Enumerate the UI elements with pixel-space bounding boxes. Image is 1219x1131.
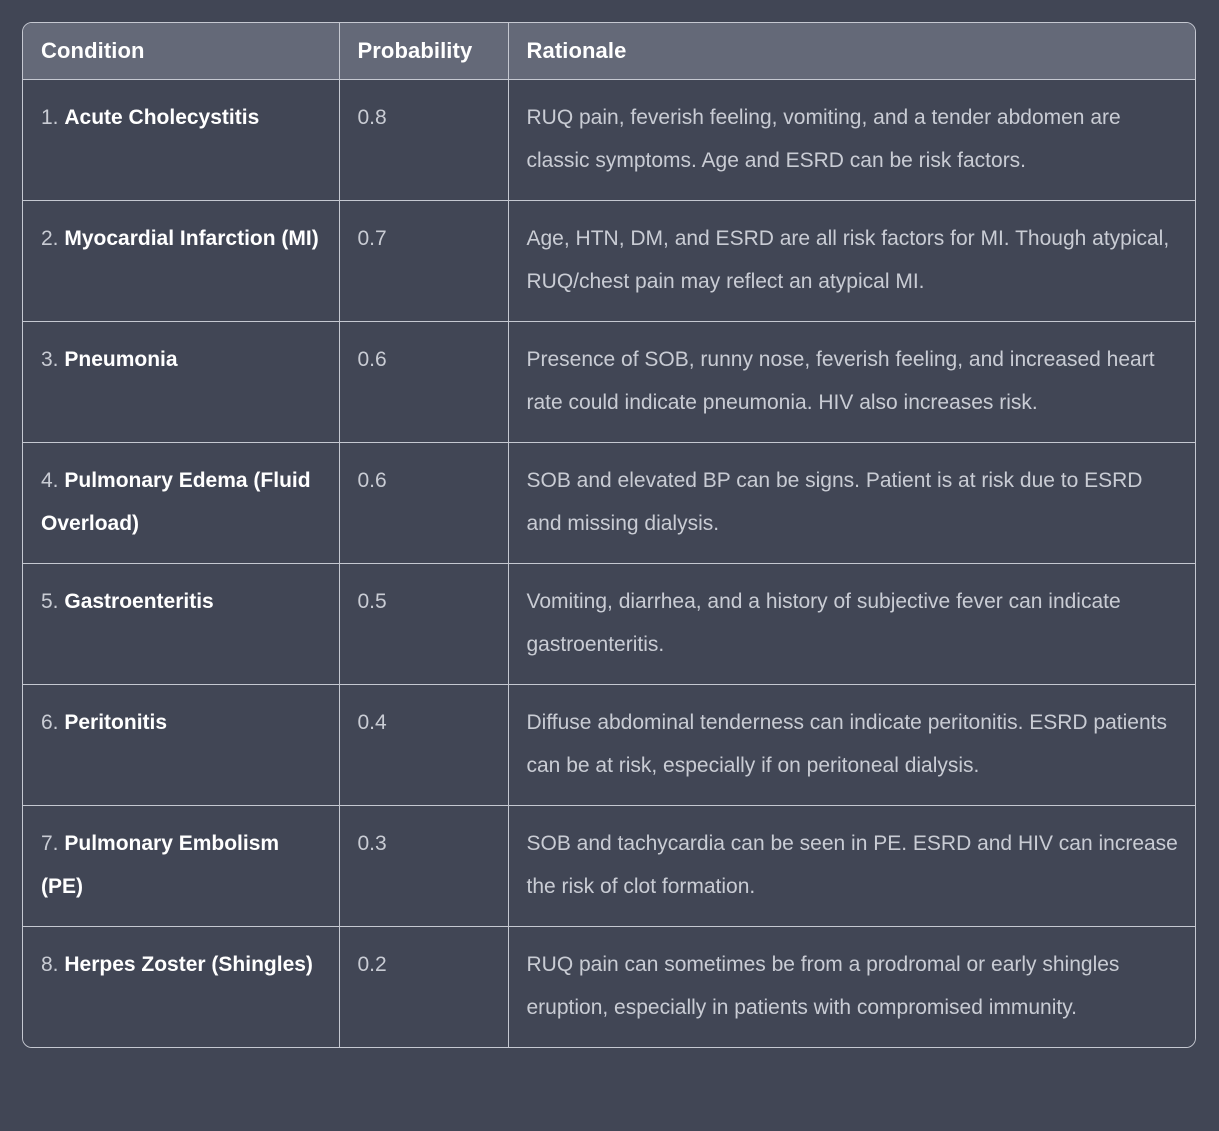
cell-rationale: Diffuse abdominal tenderness can indicat… (508, 684, 1195, 806)
cell-rationale: Age, HTN, DM, and ESRD are all risk fact… (508, 200, 1195, 322)
cell-probability: 0.7 (339, 200, 509, 322)
cell-probability: 0.8 (339, 79, 509, 201)
cell-condition: 8. Herpes Zoster (Shingles) (23, 926, 340, 1047)
cell-condition: 5. Gastroenteritis (23, 563, 340, 685)
condition-name: Acute Cholecystitis (64, 105, 260, 129)
table-row: 8. Herpes Zoster (Shingles) 0.2 RUQ pain c… (23, 926, 1195, 1047)
condition-name: Herpes Zoster (Shingles) (64, 952, 313, 976)
condition-name: Gastroenteritis (64, 589, 214, 613)
table-row: 2. Myocardial Infarction (MI) 0.7 Age, HTN… (23, 200, 1195, 322)
table-row: 7. Pulmonary Embolism (PE) 0.3 SOB and tac… (23, 805, 1195, 927)
table-body: 1. Acute Cholecystitis 0.8 RUQ pain, fever… (23, 79, 1195, 1047)
cell-probability: 0.2 (339, 926, 509, 1047)
condition-name: Pneumonia (64, 347, 178, 371)
differential-diagnosis-table: Condition Probability Rationale 1. Acute… (23, 23, 1195, 1047)
condition-index: 3. (41, 347, 59, 371)
column-header-probability[interactable]: Probability (339, 23, 509, 80)
column-header-condition[interactable]: Condition (23, 23, 340, 80)
cell-rationale: Presence of SOB, runny nose, feverish fe… (508, 321, 1195, 443)
condition-name: Pulmonary Embolism (PE) (41, 831, 280, 898)
cell-condition: 6. Peritonitis (23, 684, 340, 806)
page-root: Condition Probability Rationale 1. Acute… (0, 0, 1219, 1131)
cell-rationale: RUQ pain, feverish feeling, vomiting, an… (508, 79, 1195, 201)
cell-probability: 0.5 (339, 563, 509, 685)
cell-rationale: Vomiting, diarrhea, and a history of sub… (508, 563, 1195, 685)
table-row: 4. Pulmonary Edema (Fluid Overload) 0.6 SO… (23, 442, 1195, 564)
cell-condition: 4. Pulmonary Edema (Fluid Overload) (23, 442, 340, 564)
condition-index: 6. (41, 710, 59, 734)
cell-probability: 0.6 (339, 321, 509, 443)
cell-rationale: SOB and tachycardia can be seen in PE. E… (508, 805, 1195, 927)
cell-rationale: RUQ pain can sometimes be from a prodrom… (526, 952, 1120, 1019)
condition-name: Myocardial Infarction (MI) (64, 226, 319, 250)
condition-index: 8. (41, 952, 59, 976)
table-row: 6. Peritonitis 0.4 Diffuse abdominal tende… (23, 684, 1195, 806)
table-header-row: Condition Probability Rationale (23, 23, 1195, 80)
cell-probability: 0.3 (339, 805, 509, 927)
table-row: 1. Acute Cholecystitis 0.8 RUQ pain, fever… (23, 79, 1195, 201)
cell-condition: 1. Acute Cholecystitis (23, 79, 340, 201)
cell-rationale: SOB and elevated BP can be signs. Patien… (508, 442, 1195, 564)
condition-index: 4. (41, 468, 59, 492)
condition-name: Pulmonary Edema (Fluid Overload) (41, 468, 311, 535)
differential-diagnosis-table-container: Condition Probability Rationale 1. Acute… (22, 22, 1196, 1048)
column-header-rationale[interactable]: Rationale (508, 23, 1195, 80)
cell-probability: 0.4 (339, 684, 509, 806)
cell-condition: 7. Pulmonary Embolism (PE) (23, 805, 340, 927)
cell-probability: 0.6 (339, 442, 509, 564)
condition-name: Peritonitis (64, 710, 168, 734)
condition-index: 5. (41, 589, 59, 613)
table-header: Condition Probability Rationale (23, 23, 1195, 80)
condition-index: 1. (41, 105, 59, 129)
condition-index: 7. (41, 831, 59, 855)
cell-condition: 2. Myocardial Infarction (MI) (23, 200, 340, 322)
table-row: 3. Pneumonia 0.6 Presence of SOB, runny no… (23, 321, 1195, 443)
table-row: 5. Gastroenteritis 0.5 Vomiting, diarrhea,… (23, 563, 1195, 685)
condition-index: 2. (41, 226, 59, 250)
cell-condition: 3. Pneumonia (23, 321, 340, 443)
